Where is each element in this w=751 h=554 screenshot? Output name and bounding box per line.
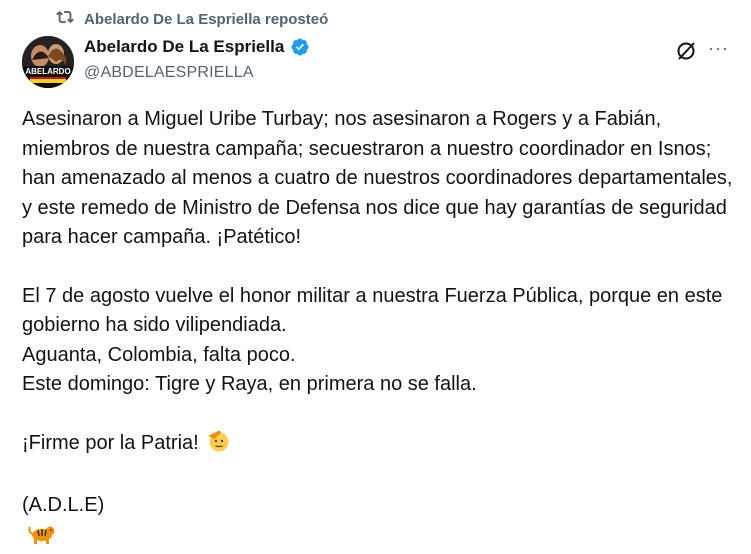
post-line-2b: Aguanta, Colombia, falta poco. xyxy=(22,341,742,371)
author-name-row[interactable]: Abelardo De La Espriella xyxy=(84,37,310,57)
post-line-4-text: (A.D.L.E) xyxy=(22,494,104,516)
avatar[interactable]: ABELARDO xyxy=(22,36,74,88)
more-options-icon[interactable]: ··· xyxy=(708,38,729,59)
colombia-flag-icon xyxy=(112,496,138,514)
saluting-face-emoji-icon xyxy=(205,429,231,463)
repost-icon xyxy=(56,8,74,30)
author-handle[interactable]: @ABDELAESPRIELLA xyxy=(84,64,254,82)
post-line-3: ¡Firme por la Patria! xyxy=(22,429,742,463)
repost-header[interactable]: Abelardo De La Espriella reposteó xyxy=(56,8,328,30)
post-line-2c: Este domingo: Tigre y Raya, en primera n… xyxy=(22,370,742,400)
post-line-4: (A.D.L.E) xyxy=(22,491,742,521)
post-line-3-text: ¡Firme por la Patria! xyxy=(22,432,199,454)
avatar-logo-text: ABELARDO xyxy=(25,67,70,76)
grok-icon[interactable] xyxy=(675,40,697,62)
verified-badge-icon[interactable] xyxy=(290,37,310,57)
post-line-2a: El 7 de agosto vuelve el honor militar a… xyxy=(22,282,742,341)
repost-label: Abelardo De La Espriella reposteó xyxy=(84,11,328,28)
post-text: Asesinaron a Miguel Uribe Turbay; nos as… xyxy=(22,105,742,554)
post-paragraph-1: Asesinaron a Miguel Uribe Turbay; nos as… xyxy=(22,105,742,253)
tiger-emoji-icon xyxy=(28,523,56,554)
author-name[interactable]: Abelardo De La Espriella xyxy=(84,37,284,57)
